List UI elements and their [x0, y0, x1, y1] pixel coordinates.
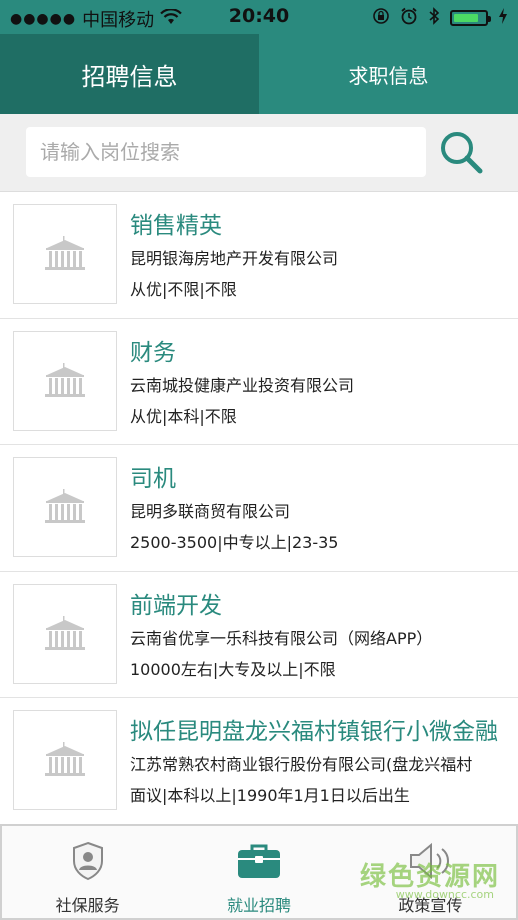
company-thumbnail: [13, 710, 117, 810]
status-right: [372, 7, 508, 29]
alarm-icon: [400, 7, 418, 29]
search-button[interactable]: [438, 129, 484, 175]
job-title: 前端开发: [130, 592, 222, 619]
status-bar: ●●●●● 中国移动 20:40: [0, 0, 518, 34]
job-item-driver[interactable]: 司机 昆明多联商贸有限公司 2500-3500|中专以上|23-35: [0, 445, 518, 572]
building-icon: [45, 489, 85, 523]
job-item-bank-micro-finance[interactable]: 拟任昆明盘龙兴福村镇银行小微金融 江苏常熟农村商业银行股份有限公司(盘龙兴福村 …: [0, 698, 518, 824]
search-icon: [441, 132, 483, 174]
company-thumbnail: [13, 583, 117, 684]
job-item-finance[interactable]: 财务 云南城投健康产业投资有限公司 从优|本科|不限: [0, 319, 518, 445]
company-name: 昆明银海房地产开发有限公司: [130, 249, 339, 268]
building-icon: [45, 236, 85, 270]
company-name: 云南城投健康产业投资有限公司: [130, 375, 355, 395]
company-name: 昆明多联商贸有限公司: [130, 502, 291, 521]
company-name: 云南省优享一乐科技有限公司（网络APP）: [130, 628, 433, 648]
job-meta: 面议|本科以上|1990年1月1日以后出生: [130, 786, 410, 805]
job-meta: 2500-3500|中专以上|23-35: [130, 533, 339, 552]
job-title: 销售精英: [130, 213, 222, 239]
rotation-lock-icon: [372, 7, 390, 29]
job-meta: 10000左右|大专及以上|不限: [130, 659, 336, 679]
company-thumbnail: [13, 204, 117, 304]
nav-social-security[interactable]: 社保服务: [2, 826, 173, 918]
building-icon: [45, 742, 85, 776]
bluetooth-icon: [428, 7, 440, 29]
shield-person-icon: [71, 840, 105, 882]
search-input[interactable]: [26, 127, 426, 177]
company-thumbnail: [13, 457, 117, 557]
tab-recruitment-info[interactable]: 招聘信息: [0, 34, 259, 114]
briefcase-icon: [236, 840, 282, 882]
job-meta: 从优|本科|不限: [130, 406, 237, 426]
nav-label: 就业招聘: [226, 896, 291, 915]
company-name: 江苏常熟农村商业银行股份有限公司(盘龙兴福村: [130, 755, 473, 774]
battery-icon: [450, 10, 491, 26]
nav-label: 社保服务: [55, 896, 120, 915]
job-meta: 从优|不限|不限: [130, 280, 237, 299]
job-item-frontend-dev[interactable]: 前端开发 云南省优享一乐科技有限公司（网络APP） 10000左右|大专及以上|…: [0, 572, 518, 698]
job-title: 拟任昆明盘龙兴福村镇银行小微金融: [130, 719, 498, 745]
building-icon: [45, 362, 85, 397]
watermark-url: www.downcc.com: [395, 888, 494, 901]
charging-icon: [498, 8, 508, 28]
tab-job-seeking-info[interactable]: 求职信息: [259, 34, 518, 114]
search-bar: [0, 114, 518, 192]
nav-employment[interactable]: 就业招聘: [173, 826, 344, 918]
building-icon: [45, 615, 85, 650]
job-list: 销售精英 昆明银海房地产开发有限公司 从优|不限|不限 财务 云南城投健康产业投…: [0, 192, 518, 824]
job-item-sales-elite[interactable]: 销售精英 昆明银海房地产开发有限公司 从优|不限|不限: [0, 192, 518, 319]
job-title: 财务: [130, 339, 176, 366]
company-thumbnail: [13, 330, 117, 431]
job-title: 司机: [130, 466, 176, 492]
top-tabs: 招聘信息 求职信息: [0, 34, 518, 114]
